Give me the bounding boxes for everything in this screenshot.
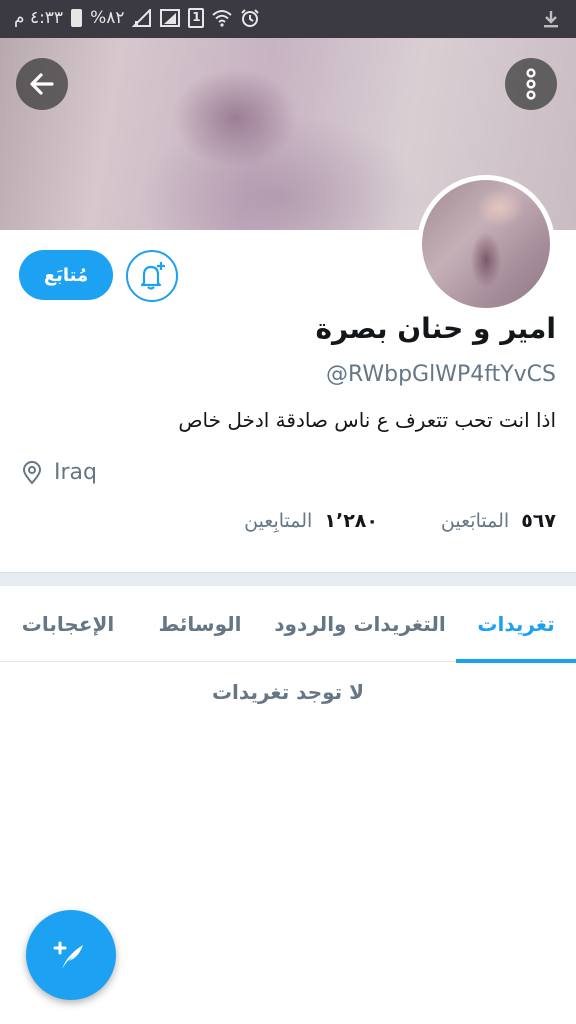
location-text: Iraq bbox=[54, 460, 97, 485]
following-stat[interactable]: ٥٦٧ المتابَعين bbox=[441, 510, 556, 532]
battery-percent: %٨٢ bbox=[90, 8, 125, 28]
followers-count: ١٬٢٨٠ bbox=[324, 510, 378, 532]
more-options-button[interactable] bbox=[505, 58, 557, 110]
status-bar: ٤:٣٣ م %٨٢ 1 bbox=[0, 0, 576, 38]
back-button[interactable] bbox=[16, 58, 68, 110]
profile-tabs: تغريدات التغريدات والردود الوسائط الإعجا… bbox=[0, 586, 576, 663]
notifications-button[interactable] bbox=[126, 250, 178, 302]
arrow-left-icon bbox=[30, 73, 54, 95]
profile-handle: @RWbpGlWP4ftYvCS bbox=[325, 362, 556, 387]
wifi-icon bbox=[212, 10, 233, 27]
more-vertical-icon bbox=[526, 68, 536, 100]
download-icon bbox=[544, 11, 558, 28]
profile-name: امير و حنان بصرة bbox=[315, 312, 556, 345]
tab-tweets[interactable]: تغريدات bbox=[456, 586, 576, 663]
tab-likes[interactable]: الإعجابات bbox=[0, 586, 136, 662]
sim-icon: 1 bbox=[188, 8, 205, 28]
location-pin-icon bbox=[22, 460, 42, 485]
following-button[interactable]: مُتابَع bbox=[19, 250, 113, 300]
profile-bio: اذا انت تحب تتعرف ع ناس صادقة ادخل خاص bbox=[178, 408, 556, 432]
bell-add-icon bbox=[140, 262, 165, 290]
download-indicator bbox=[542, 9, 560, 33]
following-label: المتابَعين bbox=[440, 510, 510, 532]
signal-icon bbox=[160, 9, 181, 27]
status-time: ٤:٣٣ م bbox=[14, 8, 64, 28]
tab-tweets-replies[interactable]: التغريدات والردود bbox=[264, 586, 456, 662]
avatar[interactable] bbox=[417, 175, 555, 313]
followers-label: المتابِعين bbox=[244, 510, 313, 532]
empty-state-message: لا توجد تغريدات bbox=[211, 680, 365, 704]
profile-stats: ٥٦٧ المتابَعين ١٬٢٨٠ المتابِعين bbox=[20, 510, 556, 536]
profile-location: Iraq bbox=[22, 460, 97, 485]
compose-feather-icon bbox=[53, 941, 83, 969]
following-count: ٥٦٧ bbox=[521, 510, 556, 532]
compose-tweet-button[interactable] bbox=[26, 910, 116, 1000]
status-bar-info: ٤:٣٣ م %٨٢ 1 bbox=[14, 8, 260, 28]
tab-media[interactable]: الوسائط bbox=[136, 586, 264, 662]
alarm-icon bbox=[241, 9, 260, 27]
battery-icon bbox=[71, 9, 83, 27]
signal-icon bbox=[132, 9, 152, 27]
followers-stat[interactable]: ١٬٢٨٠ المتابِعين bbox=[244, 510, 378, 532]
section-divider bbox=[0, 572, 576, 586]
